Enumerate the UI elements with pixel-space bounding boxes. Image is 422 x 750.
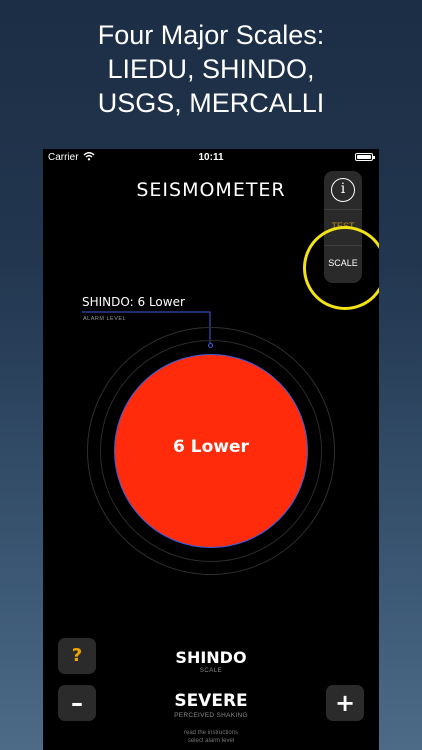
scale-name: SHINDO [175,648,247,667]
hint-line-2: select alarm level [187,738,235,744]
gauge-value: 6 Lower [173,437,249,457]
instructions-hint: read the instructions select alarm level [43,729,379,745]
phone-screen: Carrier 10:11 SEISMOMETER i TEST SCALE S… [43,149,379,750]
scale-sublabel: SCALE [199,668,223,674]
perceived-shaking-value: SEVERE [174,691,248,711]
perceived-shaking-label: PERCEIVED SHAKING [174,712,248,719]
headline-line-1: Four Major Scales: [97,20,325,50]
headline-line-2: LIEDU, SHINDO, [107,54,315,84]
alarm-marker-dot[interactable] [208,343,213,348]
hint-line-1: read the instructions [183,730,239,736]
marketing-headline: Four Major Scales: LIEDU, SHINDO, USGS, … [0,18,422,120]
headline-line-3: USGS, MERCALLI [97,88,325,118]
